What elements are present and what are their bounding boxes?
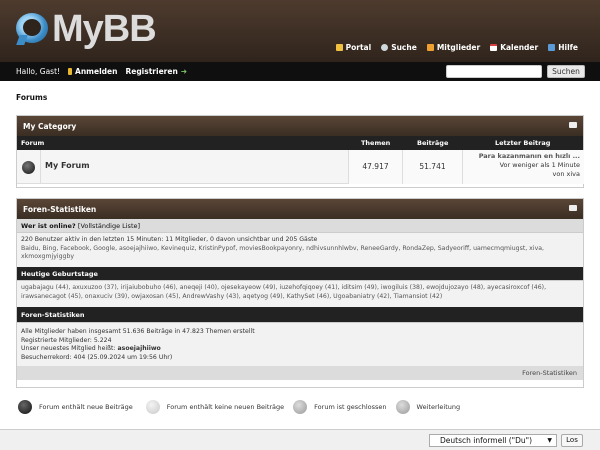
forum-stats-body: Alle Mitglieder haben insgesamt 51.636 B… (17, 323, 583, 366)
category-title[interactable]: My Category (23, 122, 76, 131)
logo-bubble-icon (16, 13, 50, 45)
forum-no-new-icon (145, 400, 160, 414)
category-column-headers: Forum Themen Beiträge Letzter Beitrag (17, 136, 583, 150)
last-post-author[interactable]: von xiva (467, 170, 581, 179)
full-list-link[interactable]: [Vollständige Liste] (78, 222, 140, 230)
login-link[interactable]: Anmelden (68, 67, 117, 76)
search-button[interactable]: Suchen (547, 65, 585, 78)
greeting-text: Hallo, Gast! (16, 67, 61, 76)
legend-item-redirect: Weiterleitung (395, 400, 460, 414)
register-link[interactable]: Registrieren ➜ (125, 67, 187, 76)
category-header: My Category (17, 116, 583, 136)
stats-record-line: Besucherrekord: 404 (25.09.2024 um 19:56… (21, 353, 173, 361)
legend-item-locked: Forum ist geschlossen (293, 400, 387, 414)
stats-footer: Foren-Statistiken (17, 366, 583, 380)
forum-stats-heading: Foren-Statistiken (17, 307, 583, 323)
breadcrumb[interactable]: Forums (16, 93, 47, 102)
help-icon (548, 44, 556, 51)
key-icon (68, 68, 73, 75)
forum-stats-table: Foren-Statistiken Wer ist online? [Volls… (16, 198, 584, 388)
forum-row: My Forum 47.917 51.741 Para kazanmanın e… (17, 150, 584, 184)
header: MyBB Portal Suche Mitglieder Kalender Hi… (0, 0, 600, 62)
calendar-icon (490, 44, 498, 51)
stats-header: Foren-Statistiken (17, 199, 583, 219)
forum-new-icon (18, 400, 32, 414)
online-users-list[interactable]: Baidu, Bing, Facebook, Google, asoejajhi… (21, 245, 579, 262)
birthdays-heading: Heutige Geburtstage (17, 267, 583, 281)
forum-posts-count: 51.741 (402, 150, 462, 184)
nav-help-link[interactable]: Hilfe (548, 43, 578, 52)
whos-online-body: 220 Benutzer aktiv in den letzten 15 Min… (17, 233, 583, 267)
forum-stats-link[interactable]: Foren-Statistiken (522, 369, 577, 377)
birthdays-list[interactable]: ugabajagu (44), axuxuzoo (37), irijaiubo… (21, 284, 579, 301)
column-posts: Beiträge (417, 139, 449, 147)
language-go-button[interactable]: Los (561, 434, 583, 447)
category-table: My Category Forum Themen Beiträge Letzte… (16, 115, 584, 188)
legend-item-no-new: Forum enthält keine neuen Beiträge (145, 400, 284, 414)
column-last-post: Letzter Beitrag (495, 139, 551, 147)
collapse-icon[interactable] (569, 205, 577, 211)
nav-portal-link[interactable]: Portal (335, 43, 371, 52)
nav-members-link[interactable]: Mitglieder (426, 43, 480, 52)
forum-locked-icon (293, 400, 308, 414)
nav-search-link[interactable]: Suche (381, 43, 417, 52)
last-post-time: Vor weniger als 1 Minute (499, 161, 580, 169)
newest-member-link[interactable]: asoejajhiiwo (117, 345, 160, 352)
arrow-right-icon: ➜ (180, 67, 188, 76)
last-post-title-link[interactable]: Para kazanmanın en hızlı ... (467, 152, 580, 161)
forum-status-icon (22, 160, 35, 174)
forum-threads-count: 47.917 (348, 150, 402, 184)
stats-title: Foren-Statistiken (23, 204, 97, 214)
members-icon (426, 44, 434, 51)
chevron-down-icon: ▼ (547, 437, 552, 444)
forum-redirect-icon (395, 400, 410, 414)
language-select[interactable]: Deutsch informell ("Du") ▼ (429, 434, 557, 447)
legend-item-new: Forum enthält neue Beiträge (18, 400, 133, 414)
footer: Deutsch informell ("Du") ▼ Los (0, 429, 600, 450)
forum-legend: Forum enthält neue Beiträge Forum enthäl… (18, 400, 469, 414)
search-icon (381, 44, 389, 51)
birthdays-body: ugabajagu (44), axuxuzoo (37), irijaiubo… (17, 281, 583, 307)
nav-calendar-link[interactable]: Kalender (490, 43, 538, 52)
stats-members-line: Registrierte Mitglieder: 5.224 (21, 336, 112, 344)
search-input[interactable] (446, 65, 542, 78)
column-threads: Themen (361, 139, 391, 147)
stats-newest-member-line: Unser neuestes Mitglied heißt: asoejajhi… (21, 345, 161, 352)
stats-posts-line: Alle Mitglieder haben insgesamt 51.636 B… (21, 328, 255, 335)
site-logo[interactable]: MyBB (16, 8, 157, 50)
collapse-icon[interactable] (569, 122, 577, 128)
column-forum: Forum (21, 139, 45, 147)
forum-name-link[interactable]: My Forum (45, 161, 90, 170)
online-summary: 220 Benutzer aktiv in den letzten 15 Min… (21, 236, 318, 243)
whos-online-heading: Wer ist online? [Vollständige Liste] (17, 219, 583, 233)
portal-icon (335, 44, 343, 51)
top-navigation: Portal Suche Mitglieder Kalender Hilfe (335, 43, 578, 52)
